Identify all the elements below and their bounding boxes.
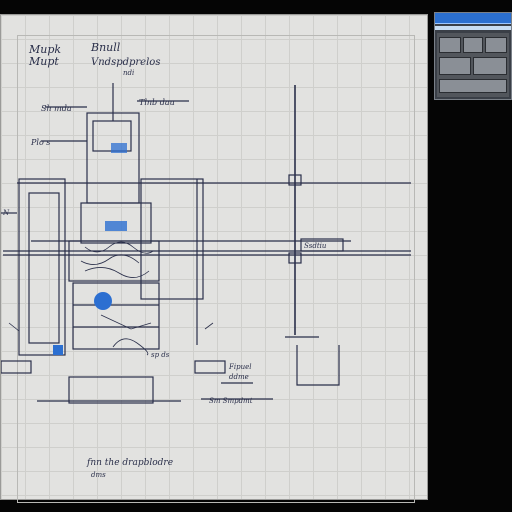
note-bottom-mid-1: sp ds (151, 351, 170, 359)
thumbnail-preview[interactable] (434, 12, 512, 100)
blue-sphere (94, 292, 112, 310)
note-top-center-1: Bnull (90, 41, 121, 54)
thumbnail-block (439, 79, 507, 93)
note-bottom-small: dms (91, 471, 106, 479)
note-right-small-2: ddme (229, 373, 249, 381)
thumbnail-body (437, 33, 509, 97)
blueprint-sheet: Mupk Mupt Bnull Vndspdprelos ndi Tlnb da… (0, 14, 428, 503)
thumbnail-toolbar (435, 26, 511, 30)
thumbnail-titlebar (435, 13, 511, 24)
note-bottom-caption: fnn the drapblodre (86, 458, 173, 468)
note-right-small-3: Sm Smpdmt (209, 397, 253, 405)
tower-base (72, 282, 160, 350)
base-platform (68, 376, 154, 404)
blue-marker (53, 345, 63, 355)
technical-drawing: Mupk Mupt Bnull Vndspdprelos ndi Tlnb da… (1, 41, 411, 479)
blue-part (111, 143, 127, 153)
note-left-label-1: Sh mda (41, 104, 72, 113)
left-pad (1, 360, 32, 374)
note-top-center-small: ndi (123, 69, 134, 77)
note-right-box: Ssdtiu (304, 242, 327, 250)
note-left-label-2: Plo s (30, 138, 50, 147)
note-top-left-2: Mupt (28, 55, 59, 68)
note-mid-label-1: Tlnb dau (139, 98, 175, 107)
thumbnail-block (485, 37, 507, 53)
left-frame-inner (28, 192, 60, 344)
thumbnail-block (439, 57, 471, 75)
tower-low (68, 240, 160, 282)
blue-part (105, 221, 127, 231)
note-right-small-1: Fipuel (228, 363, 251, 371)
right-pad (194, 360, 226, 374)
thumbnail-block (463, 37, 483, 53)
note-left-edge: N (2, 209, 10, 217)
thumbnail-block (439, 37, 461, 53)
note-top-center-2: Vndspdprelos (91, 57, 160, 68)
thumbnail-block (473, 57, 507, 75)
pole-foot (296, 345, 340, 386)
left-frame (18, 178, 66, 356)
